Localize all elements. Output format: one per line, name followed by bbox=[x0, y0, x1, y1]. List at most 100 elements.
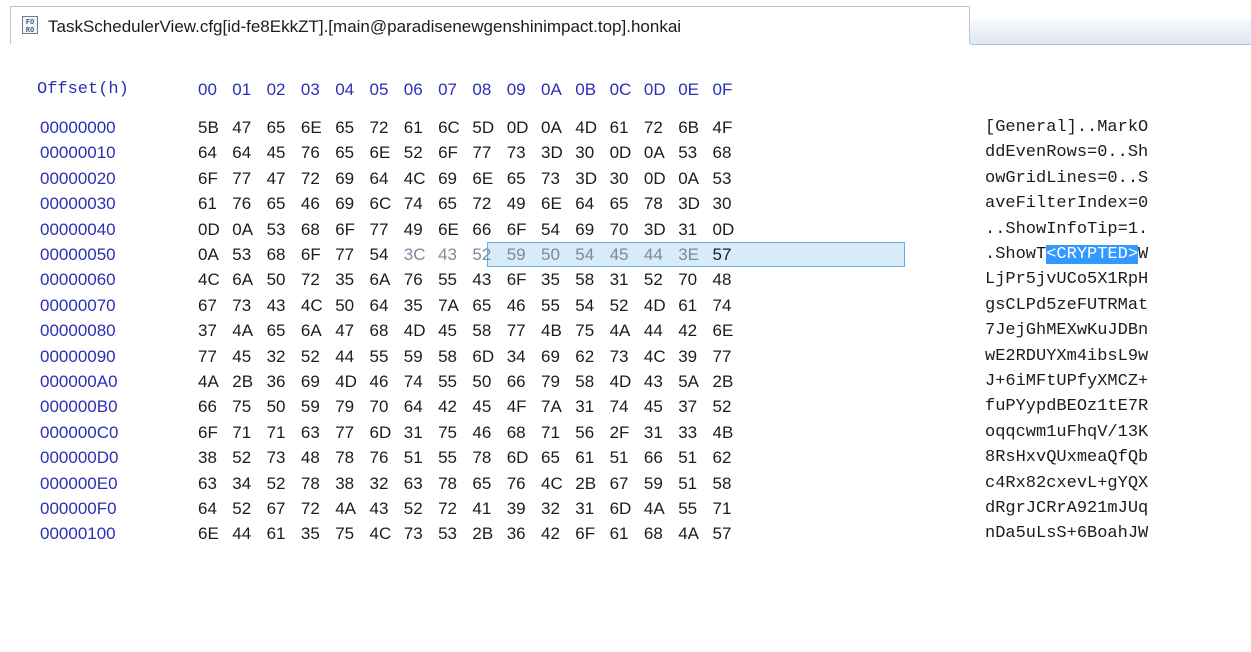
hex-byte[interactable]: 6E bbox=[301, 118, 322, 138]
hex-byte[interactable]: 58 bbox=[575, 270, 594, 290]
hex-byte[interactable]: 72 bbox=[438, 499, 457, 519]
hex-byte[interactable]: 0D bbox=[713, 220, 735, 240]
hex-byte[interactable]: 53 bbox=[438, 524, 457, 544]
ascii-text[interactable]: J+6iMFtUPfyXMCZ+ bbox=[985, 372, 1148, 391]
hex-byte[interactable]: 6E bbox=[713, 321, 734, 341]
hex-byte[interactable]: 65 bbox=[472, 474, 491, 494]
hex-byte[interactable]: 3D bbox=[678, 194, 700, 214]
hex-byte[interactable]: 52 bbox=[472, 245, 491, 265]
hex-byte[interactable]: 52 bbox=[404, 499, 423, 519]
hex-byte[interactable]: 45 bbox=[644, 397, 663, 417]
hex-byte[interactable]: 2B bbox=[575, 474, 596, 494]
hex-byte[interactable]: 70 bbox=[610, 220, 629, 240]
hex-byte[interactable]: 73 bbox=[404, 524, 423, 544]
hex-byte[interactable]: 58 bbox=[438, 347, 457, 367]
hex-byte[interactable]: 69 bbox=[575, 220, 594, 240]
hex-byte[interactable]: 68 bbox=[713, 143, 732, 163]
hex-byte[interactable]: 75 bbox=[335, 524, 354, 544]
hex-byte[interactable]: 68 bbox=[507, 423, 526, 443]
hex-byte[interactable]: 37 bbox=[678, 397, 697, 417]
hex-byte[interactable]: 53 bbox=[678, 143, 697, 163]
ascii-text[interactable]: wE2RDUYXm4ibsL9w bbox=[985, 347, 1148, 366]
hex-byte[interactable]: 72 bbox=[644, 118, 663, 138]
ascii-text[interactable]: nDa5uLsS+6BoahJW bbox=[985, 524, 1148, 543]
hex-byte[interactable]: 6A bbox=[232, 270, 253, 290]
hex-byte[interactable]: 76 bbox=[232, 194, 251, 214]
hex-byte[interactable]: 74 bbox=[713, 296, 732, 316]
hex-byte[interactable]: 50 bbox=[267, 270, 286, 290]
ascii-text[interactable]: dRgrJCRrA921mJUq bbox=[985, 499, 1148, 518]
hex-byte[interactable]: 6A bbox=[370, 270, 391, 290]
hex-byte[interactable]: 76 bbox=[301, 143, 320, 163]
hex-byte[interactable]: 32 bbox=[370, 474, 389, 494]
hex-byte[interactable]: 55 bbox=[438, 372, 457, 392]
hex-byte[interactable]: 44 bbox=[644, 245, 663, 265]
hex-byte[interactable]: 4A bbox=[678, 524, 699, 544]
hex-byte[interactable]: 52 bbox=[610, 296, 629, 316]
hex-byte[interactable]: 61 bbox=[678, 296, 697, 316]
hex-byte[interactable]: 32 bbox=[541, 499, 560, 519]
hex-byte[interactable]: 49 bbox=[507, 194, 526, 214]
hex-byte[interactable]: 34 bbox=[507, 347, 526, 367]
ascii-text[interactable]: .ShowT<CRYPTED>W bbox=[985, 245, 1148, 264]
hex-byte[interactable]: 51 bbox=[404, 448, 423, 468]
hex-byte[interactable]: 72 bbox=[301, 270, 320, 290]
hex-byte[interactable]: 55 bbox=[438, 448, 457, 468]
hex-byte[interactable]: 35 bbox=[301, 524, 320, 544]
hex-byte[interactable]: 4C bbox=[301, 296, 323, 316]
ascii-text[interactable]: c4Rx82cxevL+gYQX bbox=[985, 474, 1148, 493]
hex-byte[interactable]: 34 bbox=[232, 474, 251, 494]
hex-byte[interactable]: 75 bbox=[575, 321, 594, 341]
hex-byte[interactable]: 68 bbox=[644, 524, 663, 544]
hex-byte[interactable]: 6E bbox=[472, 169, 493, 189]
hex-byte[interactable]: 51 bbox=[610, 448, 629, 468]
hex-byte[interactable]: 70 bbox=[370, 397, 389, 417]
hex-byte[interactable]: 52 bbox=[232, 499, 251, 519]
ascii-text[interactable]: [General]..MarkO bbox=[985, 118, 1148, 137]
hex-byte[interactable]: 50 bbox=[472, 372, 491, 392]
hex-byte[interactable]: 65 bbox=[267, 118, 286, 138]
hex-byte[interactable]: 77 bbox=[232, 169, 251, 189]
hex-byte[interactable]: 79 bbox=[335, 397, 354, 417]
hex-byte[interactable]: 2B bbox=[232, 372, 253, 392]
hex-byte[interactable]: 51 bbox=[678, 474, 697, 494]
hex-byte[interactable]: 73 bbox=[507, 143, 526, 163]
hex-byte[interactable]: 6C bbox=[438, 118, 460, 138]
hex-byte[interactable]: 73 bbox=[541, 169, 560, 189]
hex-byte[interactable]: 4A bbox=[610, 321, 631, 341]
ascii-text[interactable]: gsCLPd5zeFUTRMat bbox=[985, 296, 1148, 315]
hex-byte[interactable]: 59 bbox=[404, 347, 423, 367]
hex-byte[interactable]: 2B bbox=[713, 372, 734, 392]
hex-byte[interactable]: 47 bbox=[232, 118, 251, 138]
hex-byte[interactable]: 2F bbox=[610, 423, 630, 443]
hex-byte[interactable]: 78 bbox=[335, 448, 354, 468]
hex-byte[interactable]: 78 bbox=[438, 474, 457, 494]
hex-byte[interactable]: 6F bbox=[507, 270, 527, 290]
hex-byte[interactable]: 6F bbox=[438, 143, 458, 163]
hex-byte[interactable]: 45 bbox=[610, 245, 629, 265]
hex-byte[interactable]: 6C bbox=[370, 194, 392, 214]
hex-byte[interactable]: 30 bbox=[610, 169, 629, 189]
hex-byte[interactable]: 6F bbox=[198, 423, 218, 443]
hex-byte[interactable]: 69 bbox=[541, 347, 560, 367]
hex-byte[interactable]: 3E bbox=[678, 245, 699, 265]
hex-byte[interactable]: 4C bbox=[644, 347, 666, 367]
hex-byte[interactable]: 68 bbox=[301, 220, 320, 240]
hex-byte[interactable]: 53 bbox=[267, 220, 286, 240]
hex-byte[interactable]: 67 bbox=[610, 474, 629, 494]
hex-byte[interactable]: 4A bbox=[335, 499, 356, 519]
hex-byte[interactable]: 0A bbox=[644, 143, 665, 163]
hex-byte[interactable]: 4D bbox=[404, 321, 426, 341]
hex-byte[interactable]: 54 bbox=[575, 296, 594, 316]
ascii-text[interactable]: owGridLines=0..S bbox=[985, 169, 1148, 188]
hex-byte[interactable]: 55 bbox=[438, 270, 457, 290]
hex-byte[interactable]: 72 bbox=[301, 499, 320, 519]
hex-byte[interactable]: 67 bbox=[198, 296, 217, 316]
ascii-text[interactable]: oqqcwm1uFhqV/13K bbox=[985, 423, 1148, 442]
hex-byte[interactable]: 77 bbox=[472, 143, 491, 163]
hex-byte[interactable]: 6A bbox=[301, 321, 322, 341]
hex-byte[interactable]: 55 bbox=[370, 347, 389, 367]
hex-byte[interactable]: 58 bbox=[713, 474, 732, 494]
hex-byte[interactable]: 61 bbox=[267, 524, 286, 544]
ascii-text[interactable]: fuPYypdBEOz1tE7R bbox=[985, 397, 1148, 416]
